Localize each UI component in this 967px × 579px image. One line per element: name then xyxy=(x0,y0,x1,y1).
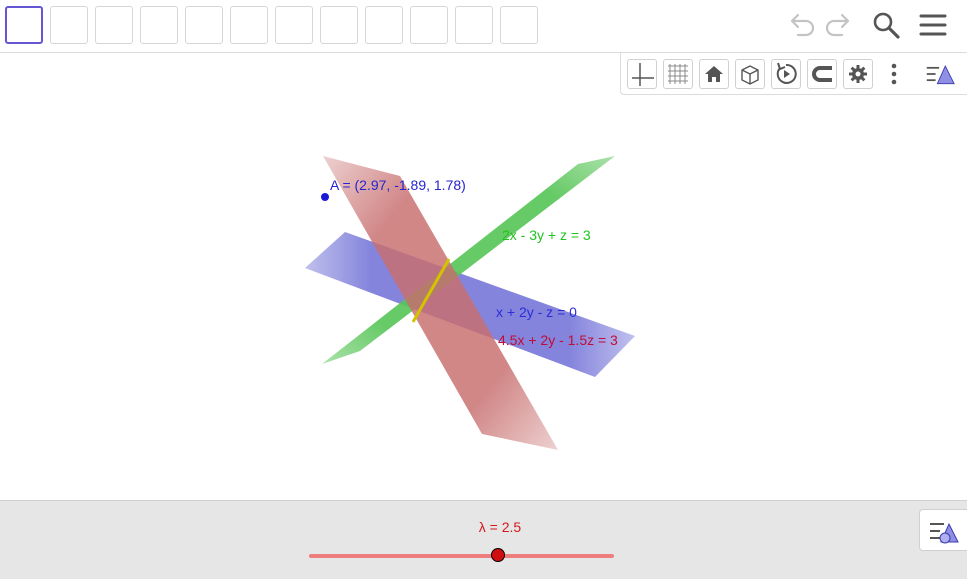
tool-button-7[interactable] xyxy=(275,6,313,44)
slider-label: λ = 2.5 xyxy=(478,519,522,535)
tool-button-3[interactable] xyxy=(95,6,133,44)
algebra-view-toggle[interactable] xyxy=(919,509,967,551)
tool-button-9[interactable] xyxy=(365,6,403,44)
home-icon[interactable] xyxy=(699,59,729,89)
toolbar xyxy=(0,0,967,53)
point-a[interactable] xyxy=(321,193,329,201)
grid-icon[interactable] xyxy=(663,59,693,89)
tool-button-1[interactable] xyxy=(5,6,43,44)
graphics-view-3d[interactable]: A = (2.97, -1.89, 1.78) 2x - 3y + z = 3 … xyxy=(0,96,967,500)
algebra-toggle-icon[interactable] xyxy=(925,59,955,89)
plane-blue-label: x + 2y - z = 0 xyxy=(496,304,577,320)
tool-button-5[interactable] xyxy=(185,6,223,44)
settings-icon[interactable] xyxy=(843,59,873,89)
point-a-label: A = (2.97, -1.89, 1.78) xyxy=(330,177,466,193)
slider-track[interactable] xyxy=(309,554,614,558)
menu-icon[interactable] xyxy=(917,9,949,41)
scene-canvas[interactable] xyxy=(0,96,967,500)
graphics-style-bar xyxy=(620,53,967,95)
tool-button-12[interactable] xyxy=(500,6,538,44)
point-capturing-icon[interactable] xyxy=(807,59,837,89)
more-options-icon[interactable] xyxy=(879,59,909,89)
tool-button-8[interactable] xyxy=(320,6,358,44)
search-icon[interactable] xyxy=(870,9,902,41)
plane-red-label: 4.5x + 2y - 1.5z = 3 xyxy=(498,332,618,348)
slider-knob[interactable] xyxy=(491,548,506,562)
slider-panel: λ = 2.5 xyxy=(0,500,967,579)
axes-icon[interactable] xyxy=(627,59,657,89)
undo-icon[interactable] xyxy=(786,9,818,41)
plane-green-label: 2x - 3y + z = 3 xyxy=(502,227,591,243)
tool-button-10[interactable] xyxy=(410,6,448,44)
tool-button-11[interactable] xyxy=(455,6,493,44)
rotate-view-icon[interactable] xyxy=(771,59,801,89)
tool-button-4[interactable] xyxy=(140,6,178,44)
redo-icon[interactable] xyxy=(822,9,854,41)
view-cube-icon[interactable] xyxy=(735,59,765,89)
algebra-view-icon xyxy=(930,522,959,544)
tool-button-2[interactable] xyxy=(50,6,88,44)
tool-button-6[interactable] xyxy=(230,6,268,44)
